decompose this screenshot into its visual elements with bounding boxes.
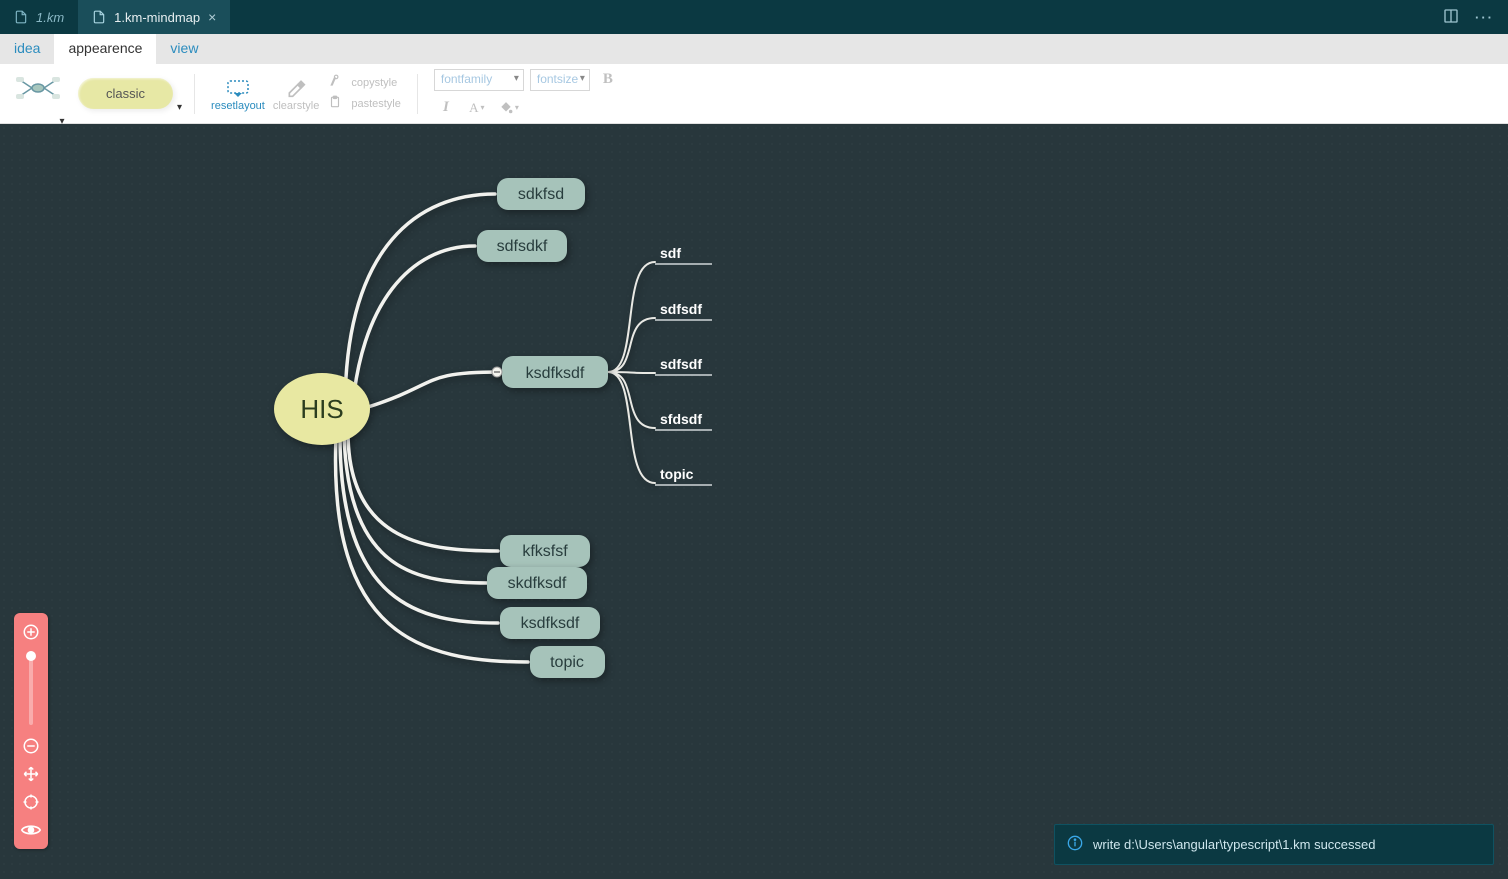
separator	[417, 74, 418, 114]
child-node-text: skdfksdf	[508, 575, 567, 592]
child-node-text: ksdfksdf	[521, 615, 580, 632]
file-icon	[92, 10, 106, 24]
bold-button[interactable]: B	[596, 69, 620, 91]
leaf-text: sdf	[660, 245, 681, 261]
file-icon	[14, 10, 28, 24]
child-node-5[interactable]: ksdfksdf	[500, 607, 600, 639]
reset-layout-button[interactable]: resetlayout	[211, 76, 265, 112]
tab-label: 1.km-mindmap	[114, 10, 200, 25]
reset-layout-label: resetlayout	[211, 100, 265, 112]
theme-layout-icon[interactable]	[10, 74, 66, 114]
locate-button[interactable]	[20, 791, 42, 813]
zoom-in-button[interactable]	[20, 621, 42, 643]
menu-appearence[interactable]: appearence	[54, 34, 156, 64]
tab-1km[interactable]: 1.km	[0, 0, 78, 34]
pan-button[interactable]	[20, 763, 42, 785]
info-icon	[1067, 835, 1083, 854]
more-icon[interactable]: ···	[1475, 10, 1494, 25]
mindmap-canvas[interactable]: HIS sdkfsd sdfsdkf ksdfksdf kfksfsf skdf…	[0, 124, 1508, 879]
copy-style-button[interactable]: copystyle	[351, 77, 397, 89]
child-node-0[interactable]: sdkfsd	[497, 178, 585, 210]
italic-button[interactable]: I	[434, 97, 458, 119]
separator	[194, 74, 195, 114]
clear-style-button[interactable]: clearstyle	[273, 76, 319, 112]
leaf-node-3[interactable]: sfdsdf	[655, 411, 712, 430]
zoom-dock	[14, 613, 48, 849]
zoom-slider-thumb[interactable]	[26, 651, 36, 661]
split-editor-icon[interactable]	[1443, 8, 1459, 27]
child-node-3[interactable]: kfksfsf	[500, 535, 590, 567]
leaf-node-0[interactable]: sdf	[655, 245, 712, 264]
menu-view[interactable]: view	[156, 34, 212, 64]
leaf-text: topic	[660, 466, 694, 482]
root-node-text: HIS	[300, 394, 343, 424]
child-node-2[interactable]: ksdfksdf	[492, 356, 608, 388]
menu-idea[interactable]: idea	[0, 34, 54, 64]
child-node-6[interactable]: topic	[530, 646, 605, 678]
leaf-text: sdfsdf	[660, 301, 702, 317]
status-message: write d:\Users\angular\typescript\1.km s…	[1093, 837, 1376, 852]
child-node-4[interactable]: skdfksdf	[487, 567, 587, 599]
font-size-select[interactable]: fontsize	[530, 69, 590, 91]
paste-style-icon	[327, 95, 343, 114]
font-color-button[interactable]: A	[464, 97, 490, 119]
tab-bar: 1.km 1.km-mindmap × ···	[0, 0, 1508, 34]
root-node[interactable]: HIS	[274, 373, 370, 445]
menu-bar: idea appearence view	[0, 34, 1508, 64]
child-node-1[interactable]: sdfsdkf	[477, 230, 567, 262]
leaf-node-2[interactable]: sdfsdf	[655, 356, 712, 375]
leaf-text: sdfsdf	[660, 356, 702, 372]
status-toast: write d:\Users\angular\typescript\1.km s…	[1054, 824, 1494, 865]
clear-style-icon	[286, 76, 306, 100]
reset-layout-icon	[226, 76, 250, 100]
child-node-text: sdfsdkf	[497, 238, 548, 255]
paste-style-button[interactable]: pastestyle	[351, 98, 401, 110]
leaf-node-1[interactable]: sdfsdf	[655, 301, 712, 320]
zoom-slider[interactable]	[29, 651, 33, 725]
font-family-select[interactable]: fontfamily	[434, 69, 524, 91]
tab-1km-mindmap[interactable]: 1.km-mindmap ×	[78, 0, 230, 34]
classic-theme-button[interactable]: classic	[78, 78, 173, 109]
leaf-text: sfdsdf	[660, 411, 702, 427]
zoom-out-button[interactable]	[20, 735, 42, 757]
child-node-text: topic	[550, 654, 584, 671]
tab-label: 1.km	[36, 10, 64, 25]
preview-button[interactable]	[20, 819, 42, 841]
leaf-node-4[interactable]: topic	[655, 466, 712, 485]
close-icon[interactable]: ×	[208, 9, 216, 25]
clear-style-label: clearstyle	[273, 100, 319, 112]
tabbar-actions: ···	[1443, 0, 1508, 34]
child-node-text: ksdfksdf	[526, 365, 585, 382]
toolbar: classic resetlayout clearstyle	[0, 64, 1508, 124]
child-node-text: sdkfsd	[518, 186, 564, 203]
child-node-text: kfksfsf	[522, 543, 568, 560]
copy-style-icon	[327, 74, 343, 93]
background-color-button[interactable]	[496, 97, 522, 119]
